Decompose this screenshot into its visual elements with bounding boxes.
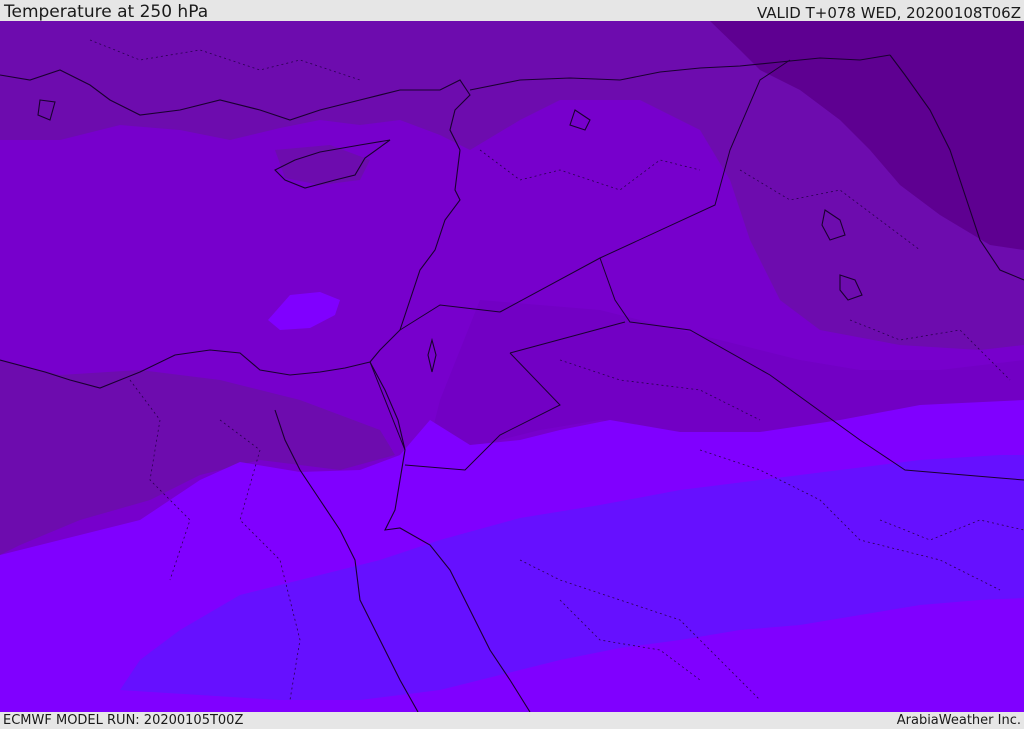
map-canvas (0, 21, 1024, 712)
valid-time: VALID T+078 WED, 20200108T06Z (756, 4, 1021, 22)
map-title: Temperature at 250 hPa (4, 2, 209, 22)
footer-bar: ECMWF MODEL RUN: 20200105T00Z ArabiaWeat… (0, 712, 1024, 729)
credit-label: ArabiaWeather Inc. (896, 713, 1021, 728)
weather-map[interactable] (0, 21, 1024, 712)
header-bar: Temperature at 250 hPa VALID T+078 WED, … (0, 0, 1024, 22)
model-run-label: ECMWF MODEL RUN: 20200105T00Z (3, 713, 244, 728)
